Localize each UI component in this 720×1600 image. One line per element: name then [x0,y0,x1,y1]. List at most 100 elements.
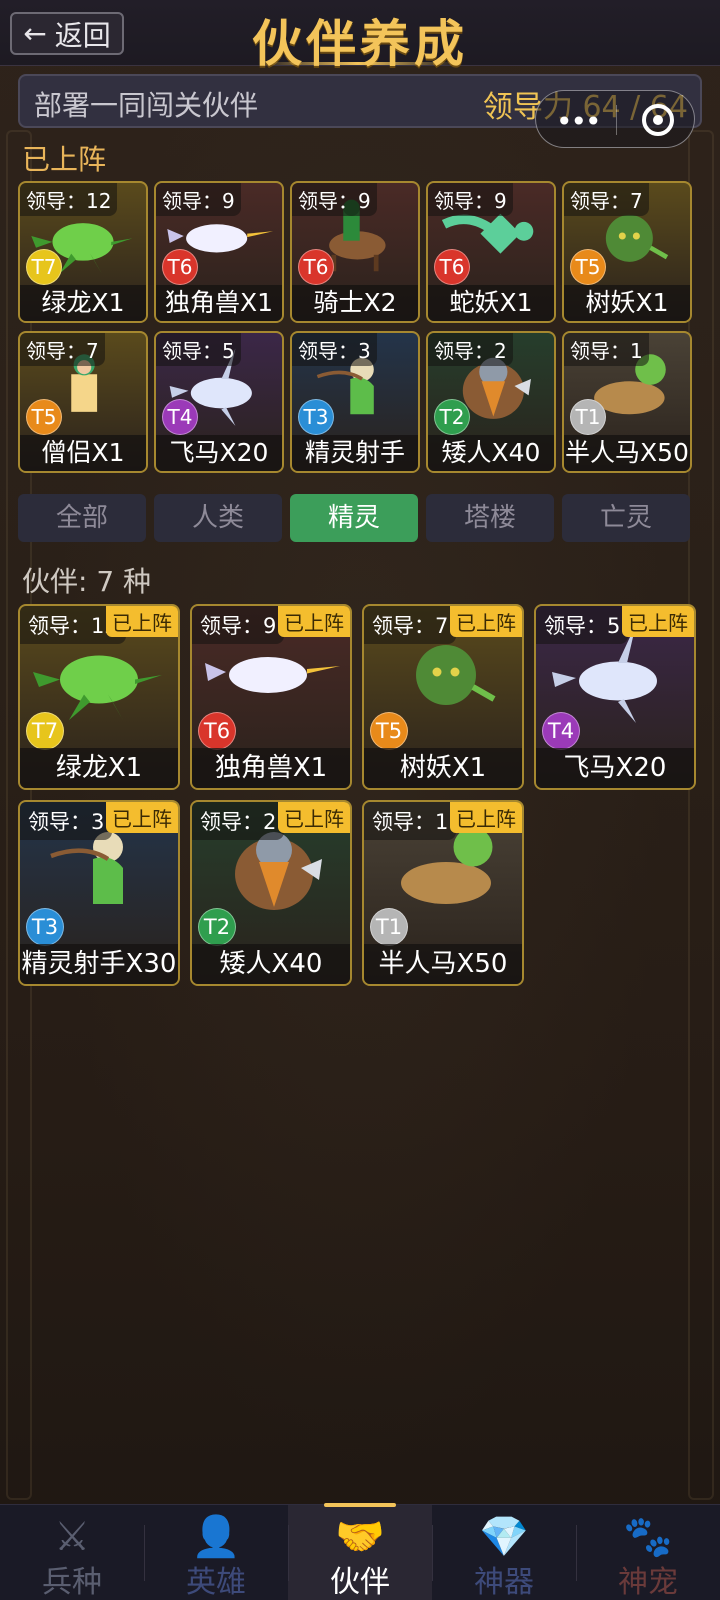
banner-text: 部署一同闯关伙伴 [34,89,259,122]
leadership-cost: 领导：7 [20,333,105,366]
handshake-icon: 🤝 [335,1514,385,1560]
leadership-cost: 领导：9 [156,183,241,216]
category-tabs: 全部 人类 精灵 塔楼 亡灵 [18,494,702,544]
tier-badge: T3 [298,399,334,435]
tier-badge: T5 [370,712,408,750]
tab-4[interactable]: 亡灵 [562,494,690,542]
unit-card-naga[interactable]: 领导：9 T6 蛇妖X1 [426,181,556,323]
leadership-cost: 领导：2 [192,802,285,840]
capsule-divider [616,105,617,135]
unit-name: 矮人X40 [192,944,350,984]
more-dots-icon[interactable]: ••• [556,105,602,138]
tab-0[interactable]: 全部 [18,494,146,542]
tier-badge: T4 [162,399,198,435]
nav-label: 神宠 [618,1565,678,1600]
nav-item-4[interactable]: 🐾 神宠 [576,1505,720,1600]
leadership-cost: 领导：2 [428,333,513,366]
crossed-swords-icon: ⚔ [54,1514,90,1560]
nav-separator [432,1525,433,1581]
leadership-cost: 领导：3 [20,802,113,840]
nav-item-3[interactable]: 💎 神器 [432,1505,576,1600]
deployed-badge: 已上阵 [278,802,350,833]
page-title: 伙伴养成 [252,15,468,73]
deployed-section-label: 已上阵 [22,143,107,176]
leadership-cost: 领导：12 [20,183,118,216]
unit-name: 矮人X40 [428,435,554,471]
unit-card-pegasus[interactable]: 领导：5 T4 飞马X20 [154,331,284,473]
unit-card-centaur[interactable]: 领导：1 T1 半人马X50 [562,331,692,473]
unit-name: 僧侣X1 [20,435,146,471]
unit-card-unicorn[interactable]: 领导：9 T6 独角兽X1 [154,181,284,323]
deployed-badge: 已上阵 [106,606,178,637]
miniprogram-capsule[interactable]: ••• [535,90,695,148]
unit-name: 骑士X2 [292,285,418,321]
unit-name: 独角兽X1 [192,748,350,788]
nav-separator [144,1525,145,1581]
unit-card-archer[interactable]: 领导：3 T3精灵射手X30 [290,331,420,473]
tier-badge: T6 [198,712,236,750]
right-frame-ornament [688,130,714,1500]
tier-badge: T7 [26,712,64,750]
unit-card-knight[interactable]: 领导：9 T6 骑士X2 [290,181,420,323]
nav-item-0[interactable]: ⚔ 兵种 [0,1505,144,1600]
unit-name: 蛇妖X1 [428,285,554,321]
nav-label: 伙伴 [330,1565,390,1600]
unit-name: 树妖X1 [364,748,522,788]
tab-2[interactable]: 精灵 [290,494,418,542]
deployed-badge: 已上阵 [278,606,350,637]
leadership-cost: 领导：7 [364,606,457,644]
unit-name: 绿龙X1 [20,285,146,321]
tier-badge: T5 [570,249,606,285]
unit-name: 树妖X1 [564,285,690,321]
deployed-badge: 已上阵 [450,606,522,637]
nav-item-2[interactable]: 🤝 伙伴 [288,1503,432,1600]
unit-card-dwarf[interactable]: 领导：2 已上阵 T2 矮人X40 [190,800,352,986]
unit-name: 飞马X20 [536,748,694,788]
tier-badge: T6 [162,249,198,285]
leadership-cost: 领导：9 [192,606,285,644]
bottom-nav: ⚔ 兵种 👤 英雄 🤝 伙伴 💎 神器 🐾 神宠 [0,1503,720,1600]
tab-1[interactable]: 人类 [154,494,282,542]
nav-label: 神器 [474,1565,534,1600]
header: ← 返回 伙伴养成 [0,0,720,73]
unit-card-unicorn[interactable]: 领导：9 已上阵 T6 独角兽X1 [190,604,352,790]
paw-icon: 🐾 [623,1514,673,1560]
tab-3[interactable]: 塔楼 [426,494,554,542]
deployed-badge: 已上阵 [622,606,694,637]
tier-badge: T2 [434,399,470,435]
nav-separator [576,1525,577,1581]
leadership-cost: 领导：5 [156,333,241,366]
hero-icon: 👤 [191,1514,241,1560]
unit-name: 精灵射手X30 [20,944,178,984]
nav-item-1[interactable]: 👤 英雄 [144,1505,288,1600]
unit-card-monk[interactable]: 领导：7 T5 僧侣X1 [18,331,148,473]
companion-count-label: 伙伴: 7 种 [22,565,152,598]
nav-active-indicator [324,1503,396,1507]
nav-label: 英雄 [186,1565,246,1600]
leadership-cost: 领导：9 [292,183,377,216]
unit-card-dragon[interactable]: 领导：12 T7 绿龙X1 [18,181,148,323]
unit-name: 独角兽X1 [156,285,282,321]
tier-badge: T1 [570,399,606,435]
unit-card-archer[interactable]: 领导：3 已上阵 T3 精灵射手X30 [18,800,180,986]
close-target-icon[interactable] [642,104,674,136]
tier-badge: T1 [370,908,408,946]
unit-card-pegasus[interactable]: 领导：5 已上阵 T4 飞马X20 [534,604,696,790]
leadership-cost: 领导：3 [292,333,377,366]
leadership-cost: 领导：5 [536,606,629,644]
deployed-badge: 已上阵 [450,802,522,833]
unit-name: 半人马X50 [364,944,522,984]
unit-card-treant[interactable]: 领导：7 T5 树妖X1 [562,181,692,323]
unit-name: 半人马X50 [564,435,690,471]
unit-card-centaur[interactable]: 领导：1 已上阵 T1 半人马X50 [362,800,524,986]
unit-card-dwarf[interactable]: 领导：2 T2 矮人X40 [426,331,556,473]
leadership-cost: 领导：1 [564,333,649,366]
unit-card-dragon[interactable]: 领导：12 已上阵 T7 绿龙X1 [18,604,180,790]
leadership-cost: 领导：1 [364,802,457,840]
leadership-cost: 领导：7 [564,183,649,216]
tier-badge: T6 [434,249,470,285]
unit-card-treant[interactable]: 领导：7 已上阵 T5 树妖X1 [362,604,524,790]
deployed-badge: 已上阵 [106,802,178,833]
nav-label: 兵种 [42,1565,102,1600]
unit-name: 精灵射手X30 [292,435,418,471]
